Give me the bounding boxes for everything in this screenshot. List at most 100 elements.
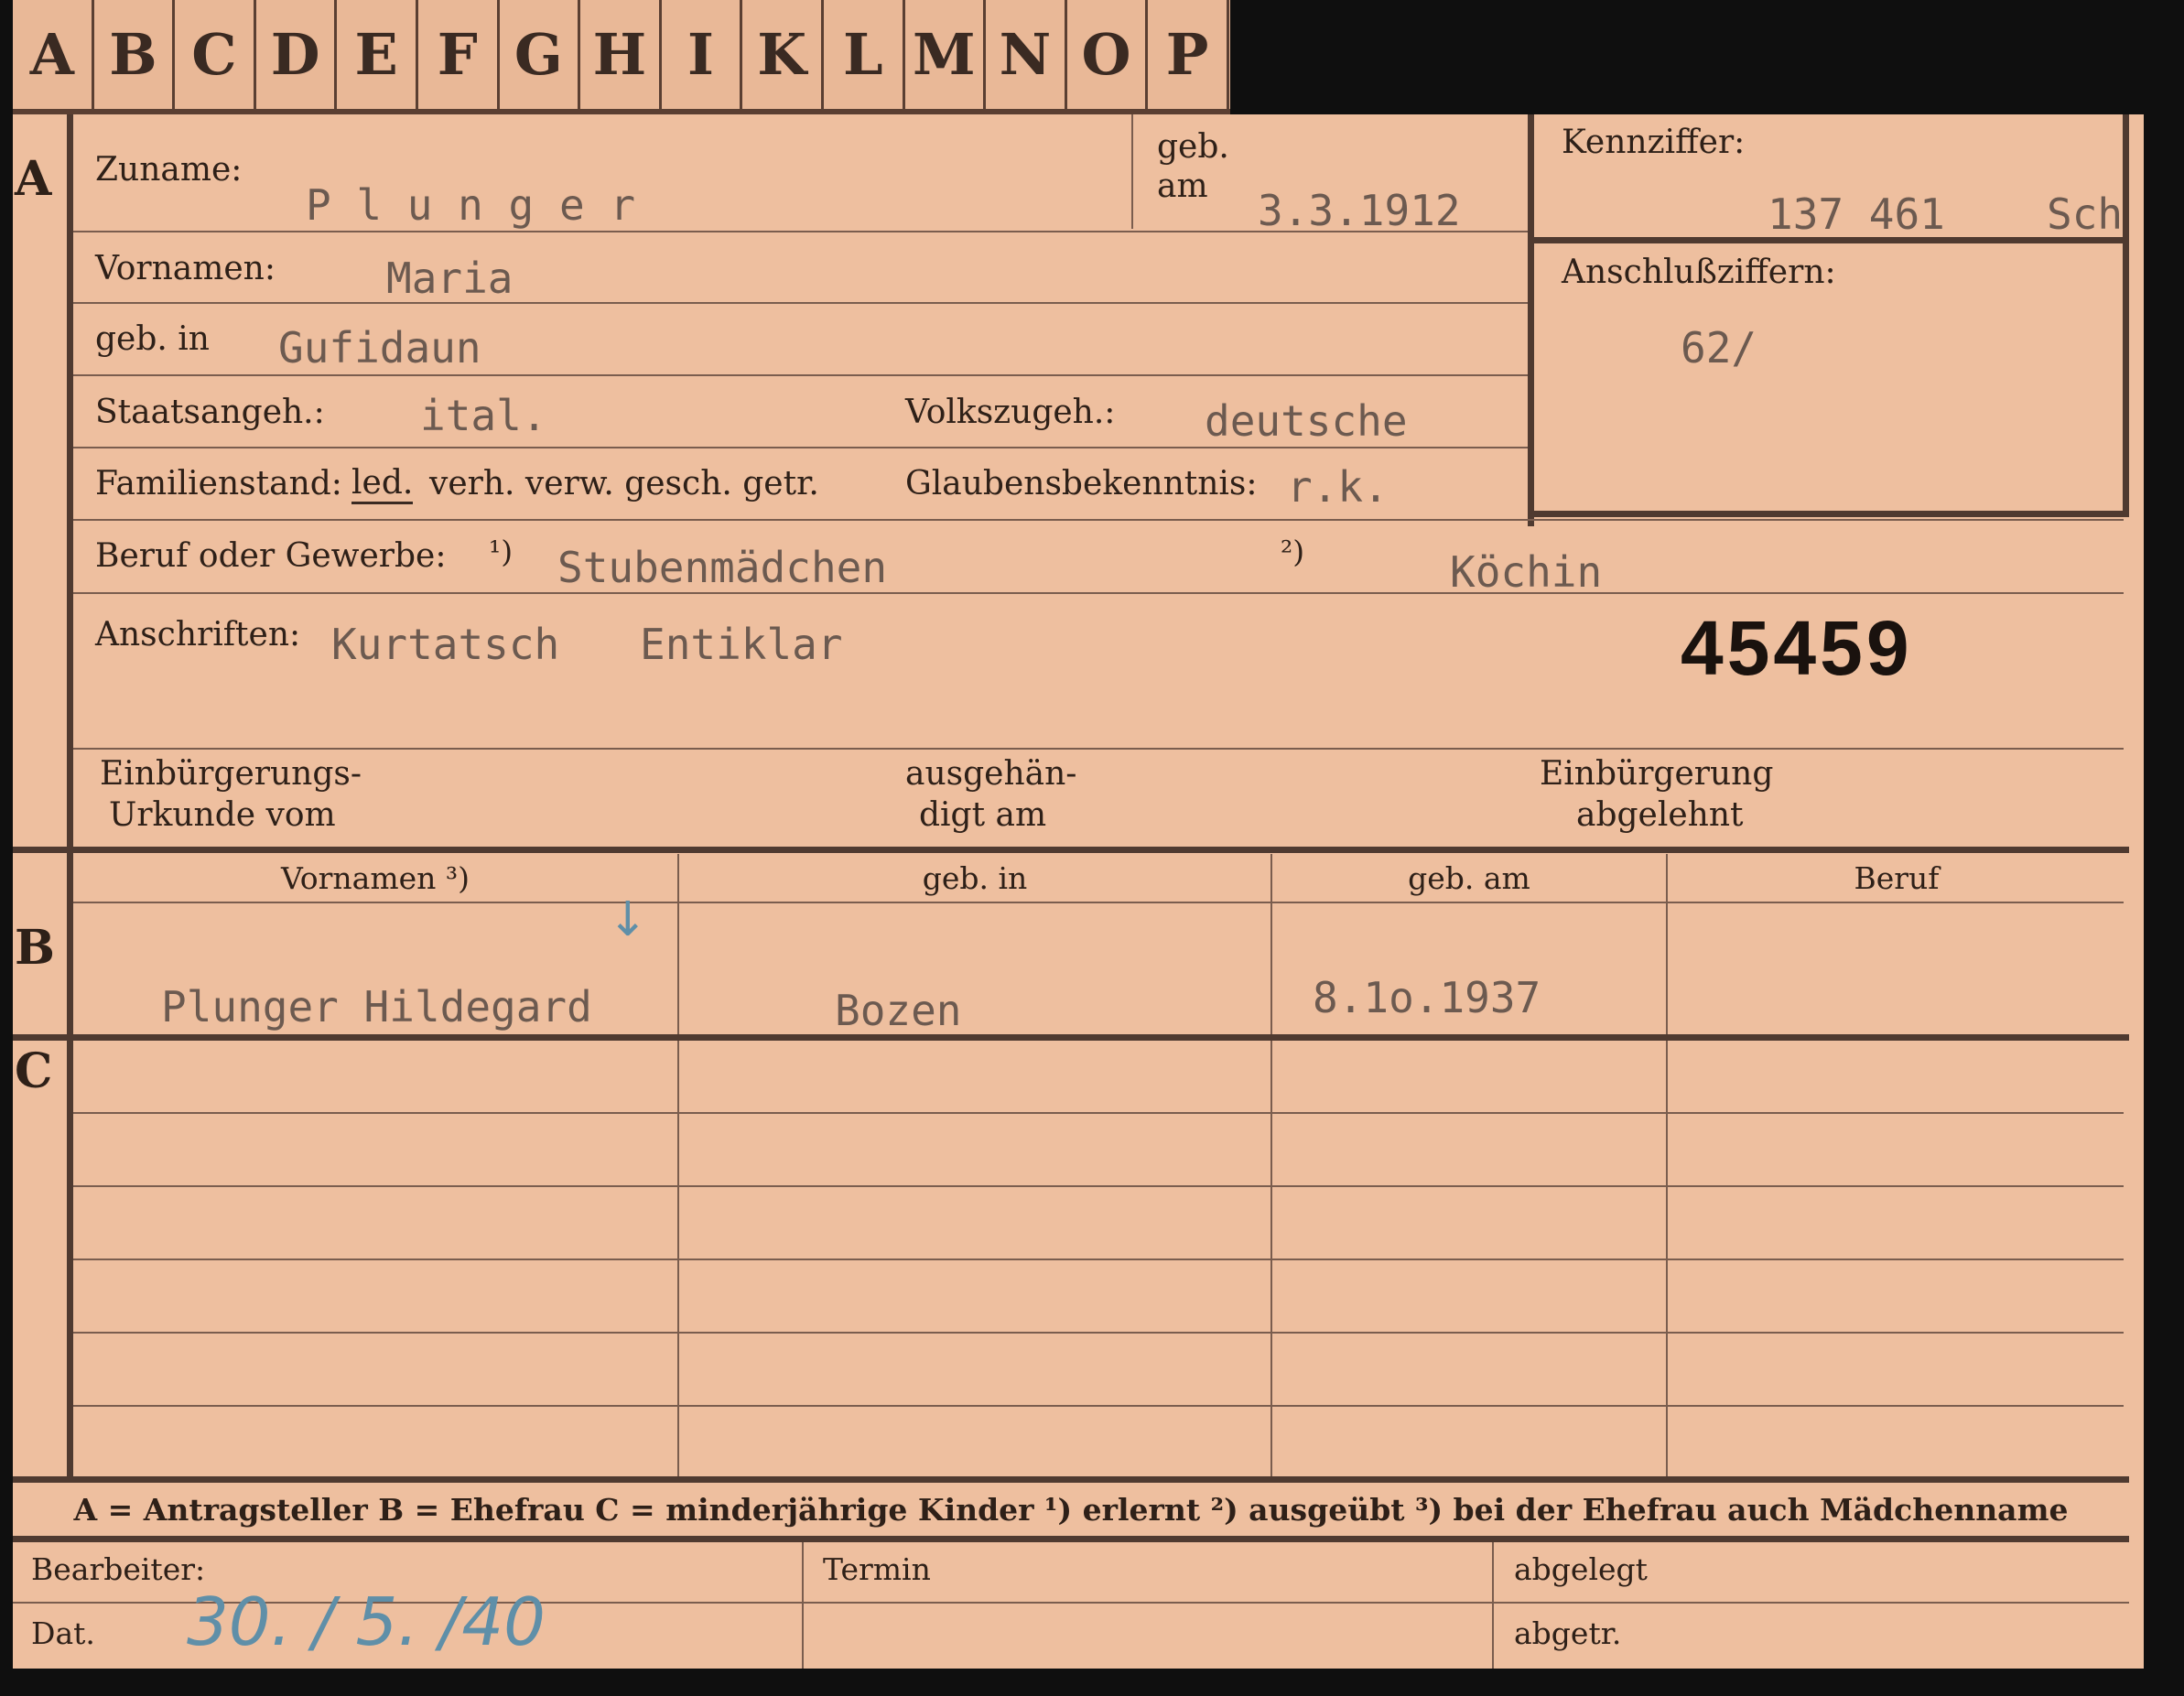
beruf-note-2: ²) bbox=[1281, 534, 1305, 569]
anschriften-label: Anschriften: bbox=[95, 616, 301, 654]
row-line bbox=[73, 592, 2124, 594]
legend-top bbox=[13, 1476, 2129, 1483]
dat-label: Dat. bbox=[31, 1615, 95, 1651]
geb-am-value: 3.3.1912 bbox=[1258, 186, 1461, 235]
einb-abgelehnt-label-1: Einbürgerung bbox=[1540, 755, 1774, 793]
familienstand-label: Familienstand: bbox=[95, 465, 342, 502]
row-b-geb-am: 8.1o.1937 bbox=[1313, 973, 1541, 1022]
check-mark: ↓ bbox=[608, 892, 648, 947]
geb-in-value: Gufidaun bbox=[278, 323, 481, 373]
tab-p: P bbox=[1148, 0, 1229, 109]
tab-c[interactable]: C bbox=[175, 0, 256, 109]
row-b-geb-in: Bozen bbox=[835, 986, 962, 1035]
bearbeiter-label: Bearbeiter: bbox=[31, 1551, 206, 1587]
kennziffer-box-right bbox=[2123, 114, 2129, 517]
section-b-top bbox=[13, 847, 2129, 853]
tab-b[interactable]: B bbox=[94, 0, 176, 109]
row-line bbox=[73, 447, 1528, 448]
c-row-line bbox=[73, 1185, 2124, 1187]
einb-urkunde-label-1: Einbürgerungs- bbox=[100, 755, 362, 793]
header-line bbox=[73, 902, 2124, 903]
kennziffer-label: Kennziffer: bbox=[1562, 124, 1746, 161]
abgetr-label: abgetr. bbox=[1514, 1615, 1622, 1651]
col-header-geb-am: geb. am bbox=[1408, 860, 1530, 896]
registration-card: A B C Kennziffer: 137 461 Sch Anschlußzi… bbox=[13, 114, 2144, 1669]
tab-h[interactable]: H bbox=[580, 0, 662, 109]
footer-col-line bbox=[802, 1542, 804, 1669]
row-line bbox=[73, 519, 2124, 521]
tab-m[interactable]: M bbox=[905, 0, 987, 109]
tab-n[interactable]: N bbox=[986, 0, 1067, 109]
ausgehaendigt-label-1: ausgehän- bbox=[905, 755, 1077, 793]
volkszugeh-label: Volkszugeh.: bbox=[905, 394, 1116, 431]
beruf-value-2: Köchin bbox=[1450, 547, 1603, 597]
c-row-line bbox=[73, 1112, 2124, 1114]
col-header-vornamen: Vornamen ³) bbox=[280, 860, 470, 896]
dat-handwritten-value: 30. / 5. /40 bbox=[187, 1583, 546, 1660]
termin-label: Termin bbox=[823, 1551, 931, 1587]
col-line bbox=[1270, 854, 1272, 1481]
tab-d[interactable]: D bbox=[256, 0, 338, 109]
anschriften-value-1: Kurtatsch bbox=[331, 620, 560, 669]
volkszugeh-value: deutsche bbox=[1205, 396, 1408, 446]
abgelegt-label: abgelegt bbox=[1514, 1551, 1648, 1587]
tab-e[interactable]: E bbox=[337, 0, 418, 109]
kennziffer-suffix: Sch bbox=[2047, 189, 2124, 239]
beruf-label: Beruf oder Gewerbe: bbox=[95, 537, 447, 575]
vornamen-value: Maria bbox=[386, 254, 514, 303]
section-c-top bbox=[13, 1034, 2129, 1041]
tab-a[interactable]: A bbox=[13, 0, 94, 109]
zuname-value: P l u n g e r bbox=[306, 180, 636, 230]
tab-l[interactable]: L bbox=[824, 0, 905, 109]
glaubens-value: r.k. bbox=[1287, 462, 1389, 512]
row-line bbox=[73, 748, 2124, 750]
col-header-geb-in: geb. in bbox=[922, 860, 1028, 896]
vornamen-label: Vornamen: bbox=[95, 250, 276, 287]
beruf-value-1: Stubenmädchen bbox=[557, 543, 888, 592]
kennziffer-box-left bbox=[1528, 114, 1534, 526]
section-a-marker: A bbox=[15, 151, 52, 207]
geb-am-divider bbox=[1131, 114, 1133, 229]
col-line bbox=[677, 854, 679, 1481]
alphabet-tabs: A B C D E F G H I K L M N O P bbox=[13, 0, 1230, 114]
c-row-line bbox=[73, 1258, 2124, 1260]
stamp-number: 45459 bbox=[1681, 605, 1913, 691]
glaubens-label: Glaubensbekenntnis: bbox=[905, 465, 1258, 502]
anschluss-value: 62/ bbox=[1681, 323, 1757, 373]
zuname-label: Zuname: bbox=[95, 151, 243, 189]
geb-am-label-2: am bbox=[1157, 167, 1208, 205]
legend-text: A = Antragsteller B = Ehefrau C = minder… bbox=[73, 1492, 2069, 1528]
anschluss-label: Anschlußziffern: bbox=[1562, 254, 1836, 291]
row-b-vornamen: Plunger Hildegard bbox=[161, 982, 592, 1032]
familienstand-options: verh. verw. gesch. getr. bbox=[429, 465, 819, 502]
footer-col-line bbox=[1492, 1542, 1494, 1669]
kennziffer-value: 137 461 bbox=[1768, 189, 1945, 239]
anschriften-value-2: Entiklar bbox=[640, 620, 843, 669]
row-line bbox=[73, 302, 1528, 304]
kennziffer-box-bottom bbox=[1528, 511, 2123, 517]
geb-am-label-1: geb. bbox=[1157, 128, 1229, 166]
einb-abgelehnt-label-2: abgelehnt bbox=[1576, 796, 1744, 834]
c-row-line bbox=[73, 1332, 2124, 1334]
beruf-note-1: ¹) bbox=[489, 534, 514, 569]
einb-urkunde-label-2: Urkunde vom bbox=[109, 796, 336, 834]
section-c-marker: C bbox=[15, 1043, 53, 1099]
tab-g[interactable]: G bbox=[500, 0, 581, 109]
ausgehaendigt-label-2: digt am bbox=[919, 796, 1047, 834]
familienstand-ledig-marked: led. bbox=[351, 465, 414, 504]
geb-in-label: geb. in bbox=[95, 320, 210, 358]
tab-i[interactable]: I bbox=[662, 0, 743, 109]
section-b-marker: B bbox=[15, 920, 55, 976]
staatsangeh-label: Staatsangeh.: bbox=[95, 394, 325, 431]
staatsangeh-value: ital. bbox=[420, 391, 547, 440]
tab-k[interactable]: K bbox=[742, 0, 824, 109]
tab-f[interactable]: F bbox=[418, 0, 500, 109]
section-margin-line bbox=[67, 114, 73, 1483]
row-line bbox=[73, 374, 1528, 376]
legend-bottom bbox=[13, 1536, 2129, 1542]
col-header-beruf: Beruf bbox=[1854, 860, 1940, 896]
col-line bbox=[1666, 854, 1668, 1481]
c-row-line bbox=[73, 1405, 2124, 1407]
tab-o[interactable]: O bbox=[1067, 0, 1149, 109]
row-line bbox=[73, 231, 1528, 232]
